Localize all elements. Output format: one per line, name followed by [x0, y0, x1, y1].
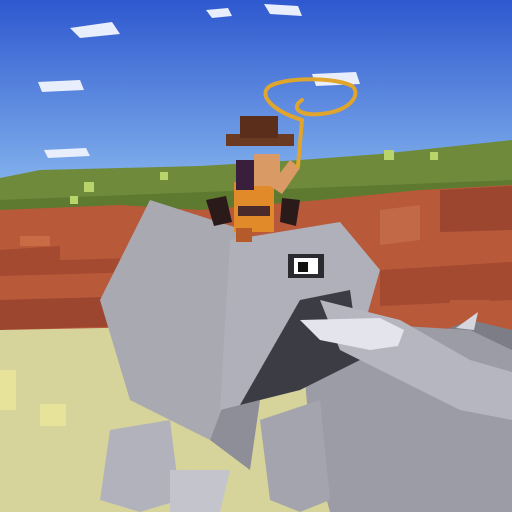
scene-canvas [0, 0, 512, 512]
game-viewport[interactable] [0, 0, 512, 512]
